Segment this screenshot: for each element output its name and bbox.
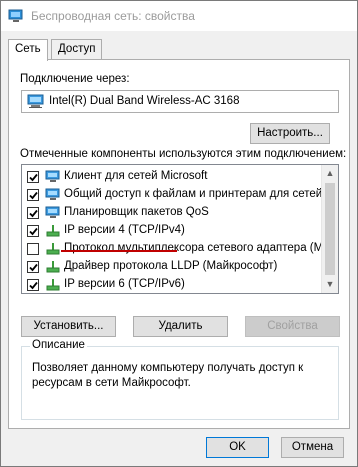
adapter-box: Intel(R) Dual Band Wireless-AC 3168	[21, 90, 339, 113]
list-item-lldp[interactable]: Драйвер протокола LLDP (Майкрософт)	[22, 258, 322, 276]
install-button[interactable]: Установить...	[21, 316, 116, 337]
remove-button[interactable]: Удалить	[133, 316, 228, 337]
scroll-down-arrow-icon[interactable]: ▼	[322, 276, 338, 293]
checkbox-multiplexor[interactable]	[27, 243, 39, 255]
checkbox-file-sharing[interactable]	[27, 189, 39, 201]
checkbox-lldp[interactable]	[27, 261, 39, 273]
components-label: Отмеченные компоненты используются этим …	[20, 148, 347, 160]
checkbox-qos[interactable]	[27, 207, 39, 219]
network-tab-panel: Подключение через: Intel(R) Dual Band Wi…	[8, 59, 350, 429]
tab-network[interactable]: Сеть	[8, 39, 48, 61]
connect-using-label: Подключение через:	[20, 73, 130, 85]
list-item-label: Протокол мультиплексора сетевого адаптер…	[64, 242, 322, 254]
network-service-icon	[45, 206, 60, 218]
ipv4-highlight-underline	[61, 250, 177, 252]
network-service-icon	[45, 188, 60, 200]
list-item-label: IP версии 6 (TCP/IPv6)	[64, 278, 185, 290]
tab-sharing[interactable]: Доступ	[51, 39, 103, 60]
window-title: Беспроводная сеть: свойства	[31, 9, 195, 23]
list-item-qos[interactable]: Планировщик пакетов QoS	[22, 204, 322, 222]
list-item-ms-client[interactable]: Клиент для сетей Microsoft	[22, 168, 322, 186]
network-protocol-icon	[46, 261, 60, 273]
list-item-ipv6[interactable]: IP версии 6 (TCP/IPv6)	[22, 276, 322, 293]
adapter-name: Intel(R) Dual Band Wireless-AC 3168	[49, 95, 240, 107]
properties-button[interactable]: Свойства	[245, 316, 340, 337]
components-list[interactable]: Клиент для сетей Microsoft Общий доступ …	[21, 164, 339, 294]
wireless-network-icon	[8, 9, 23, 22]
checkbox-ipv4[interactable]	[27, 225, 39, 237]
properties-dialog: Беспроводная сеть: свойства Сеть Доступ …	[0, 0, 358, 467]
scroll-thumb[interactable]	[325, 183, 335, 275]
tab-network-label: Сеть	[15, 43, 41, 55]
list-item-label: Клиент для сетей Microsoft	[64, 170, 208, 182]
ok-button[interactable]: OK	[206, 437, 269, 458]
network-adapter-icon	[27, 94, 44, 108]
list-item-label: Драйвер протокола LLDP (Майкрософт)	[64, 260, 278, 272]
list-item-label: Общий доступ к файлам и принтерам для се…	[64, 188, 322, 200]
list-item-label: IP версии 4 (TCP/IPv4)	[64, 224, 185, 236]
checkbox-ms-client[interactable]	[27, 171, 39, 183]
network-protocol-icon	[46, 279, 60, 291]
configure-button[interactable]: Настроить...	[250, 123, 330, 144]
list-item-multiplexor[interactable]: Протокол мультиплексора сетевого адаптер…	[22, 240, 322, 258]
description-group: Описание Позволяет данному компьютеру по…	[21, 339, 339, 420]
description-text: Позволяет данному компьютеру получать до…	[32, 362, 304, 389]
checkbox-ipv6[interactable]	[27, 279, 39, 291]
network-client-icon	[45, 170, 60, 182]
list-scrollbar[interactable]: ▲ ▼	[321, 165, 338, 293]
network-protocol-icon	[46, 243, 60, 255]
list-item-file-sharing[interactable]: Общий доступ к файлам и принтерам для се…	[22, 186, 322, 204]
scroll-up-arrow-icon[interactable]: ▲	[322, 165, 338, 182]
tab-sharing-label: Доступ	[58, 43, 96, 55]
list-item-label: Планировщик пакетов QoS	[64, 206, 209, 218]
description-title: Описание	[30, 339, 87, 351]
title-bar: Беспроводная сеть: свойства	[1, 1, 357, 31]
list-item-ipv4[interactable]: IP версии 4 (TCP/IPv4)	[22, 222, 322, 240]
cancel-button[interactable]: Отмена	[281, 437, 344, 458]
network-protocol-icon	[46, 225, 60, 237]
